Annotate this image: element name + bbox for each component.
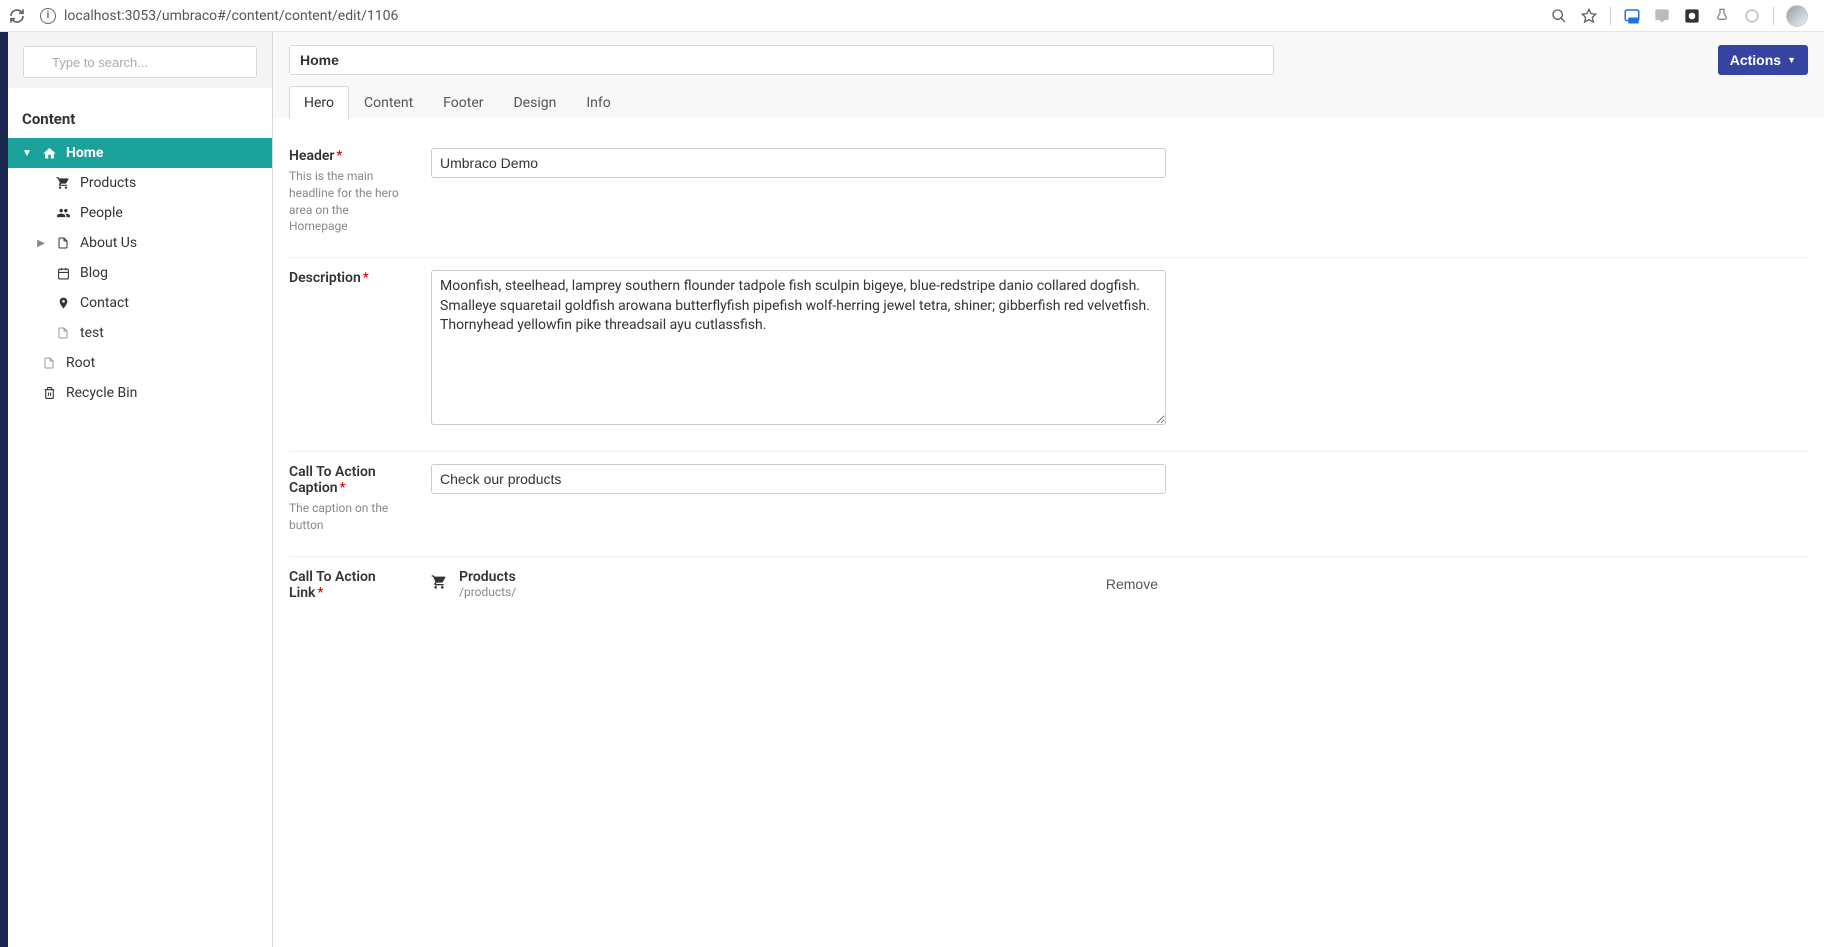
field-help: The caption on the button <box>289 500 407 534</box>
actions-label: Actions <box>1730 52 1781 68</box>
cta-link-picker[interactable]: Products /products/ Remove <box>431 569 1166 599</box>
zoom-icon[interactable] <box>1550 7 1568 25</box>
tree-item-products[interactable]: Products <box>8 168 272 198</box>
people-icon <box>54 206 72 220</box>
tree-item-test[interactable]: test <box>8 318 272 348</box>
caret-right-icon[interactable]: ▶ <box>36 238 46 249</box>
link-title: Products <box>459 569 516 585</box>
ext-icon-2[interactable] <box>1653 7 1671 25</box>
tabs: Hero Content Footer Design Info <box>273 75 1824 119</box>
tab-design[interactable]: Design <box>498 86 571 119</box>
cart-icon <box>431 574 447 594</box>
field-label: Description <box>289 270 361 286</box>
cart-icon <box>54 176 72 190</box>
tree-label: People <box>80 205 123 221</box>
page-title-input[interactable] <box>289 45 1274 75</box>
main-content: Actions ▼ Hero Content Footer Design Inf… <box>273 32 1824 947</box>
field-label: Header <box>289 148 334 164</box>
tree-label: Recycle Bin <box>66 385 137 401</box>
profile-avatar[interactable] <box>1786 5 1808 27</box>
tree-label: Contact <box>80 295 129 311</box>
tree-label: About Us <box>80 235 137 251</box>
field-header: Header* This is the main headline for th… <box>289 136 1808 258</box>
caret-down-icon[interactable]: ▼ <box>22 148 32 159</box>
info-icon[interactable]: i <box>40 8 56 24</box>
tree-label: Products <box>80 175 136 191</box>
tab-content[interactable]: Content <box>349 86 428 119</box>
tree-item-contact[interactable]: Contact <box>8 288 272 318</box>
required-mark: * <box>340 480 346 496</box>
home-icon <box>40 146 58 161</box>
calendar-icon <box>54 267 72 280</box>
required-mark: * <box>336 148 342 164</box>
chrome-divider-2 <box>1773 7 1774 25</box>
reload-button[interactable] <box>8 7 26 25</box>
star-icon[interactable] <box>1580 7 1598 25</box>
ext-icon-1[interactable] <box>1623 7 1641 25</box>
tree-item-people[interactable]: People <box>8 198 272 228</box>
tree-item-recycle[interactable]: Recycle Bin <box>8 378 272 408</box>
field-help: This is the main headline for the hero a… <box>289 168 407 235</box>
ext-icon-3[interactable] <box>1683 7 1701 25</box>
trash-icon <box>40 386 58 400</box>
tree-item-blog[interactable]: Blog <box>8 258 272 288</box>
cta-caption-input[interactable] <box>431 464 1166 494</box>
description-textarea[interactable] <box>431 270 1166 425</box>
app-rail <box>0 32 8 947</box>
tree-item-about[interactable]: ▶ About Us <box>8 228 272 258</box>
field-cta-caption: Call To Action Caption* The caption on t… <box>289 452 1808 557</box>
sidebar: Content ▼ Home Products People <box>8 32 273 947</box>
required-mark: * <box>363 270 369 286</box>
remove-link-button[interactable]: Remove <box>1098 572 1166 596</box>
chrome-divider <box>1610 7 1611 25</box>
url-text: localhost:3053/umbraco#/content/content/… <box>64 8 398 24</box>
document-icon <box>40 356 58 370</box>
tree-label: Home <box>66 145 103 161</box>
chevron-down-icon: ▼ <box>1787 55 1796 65</box>
ext-icon-5[interactable] <box>1743 7 1761 25</box>
document-icon <box>54 236 72 250</box>
field-label: Call To Action Link <box>289 569 376 601</box>
tree-label: Blog <box>80 265 108 281</box>
address-bar[interactable]: i localhost:3053/umbraco#/content/conten… <box>36 3 1540 29</box>
tree-item-home[interactable]: ▼ Home <box>8 138 272 168</box>
required-mark: * <box>317 585 323 601</box>
document-icon <box>54 326 72 340</box>
search-input[interactable] <box>23 46 257 78</box>
field-cta-link: Call To Action Link* Products /products/… <box>289 557 1808 623</box>
tab-hero[interactable]: Hero <box>289 86 349 119</box>
tree-label: test <box>80 325 104 341</box>
field-label: Call To Action Caption <box>289 464 376 496</box>
browser-chrome: i localhost:3053/umbraco#/content/conten… <box>0 0 1824 32</box>
chrome-actions <box>1550 5 1816 27</box>
ext-icon-4[interactable] <box>1713 7 1731 25</box>
actions-button[interactable]: Actions ▼ <box>1718 45 1808 75</box>
tab-footer[interactable]: Footer <box>428 86 498 119</box>
header-input[interactable] <box>431 148 1166 178</box>
pin-icon <box>54 296 72 310</box>
tree-label: Root <box>66 355 95 371</box>
sidebar-section-title: Content <box>8 100 272 138</box>
tree-item-root[interactable]: Root <box>8 348 272 378</box>
link-path: /products/ <box>459 585 516 599</box>
field-description: Description* <box>289 258 1808 452</box>
tab-info[interactable]: Info <box>571 86 625 119</box>
